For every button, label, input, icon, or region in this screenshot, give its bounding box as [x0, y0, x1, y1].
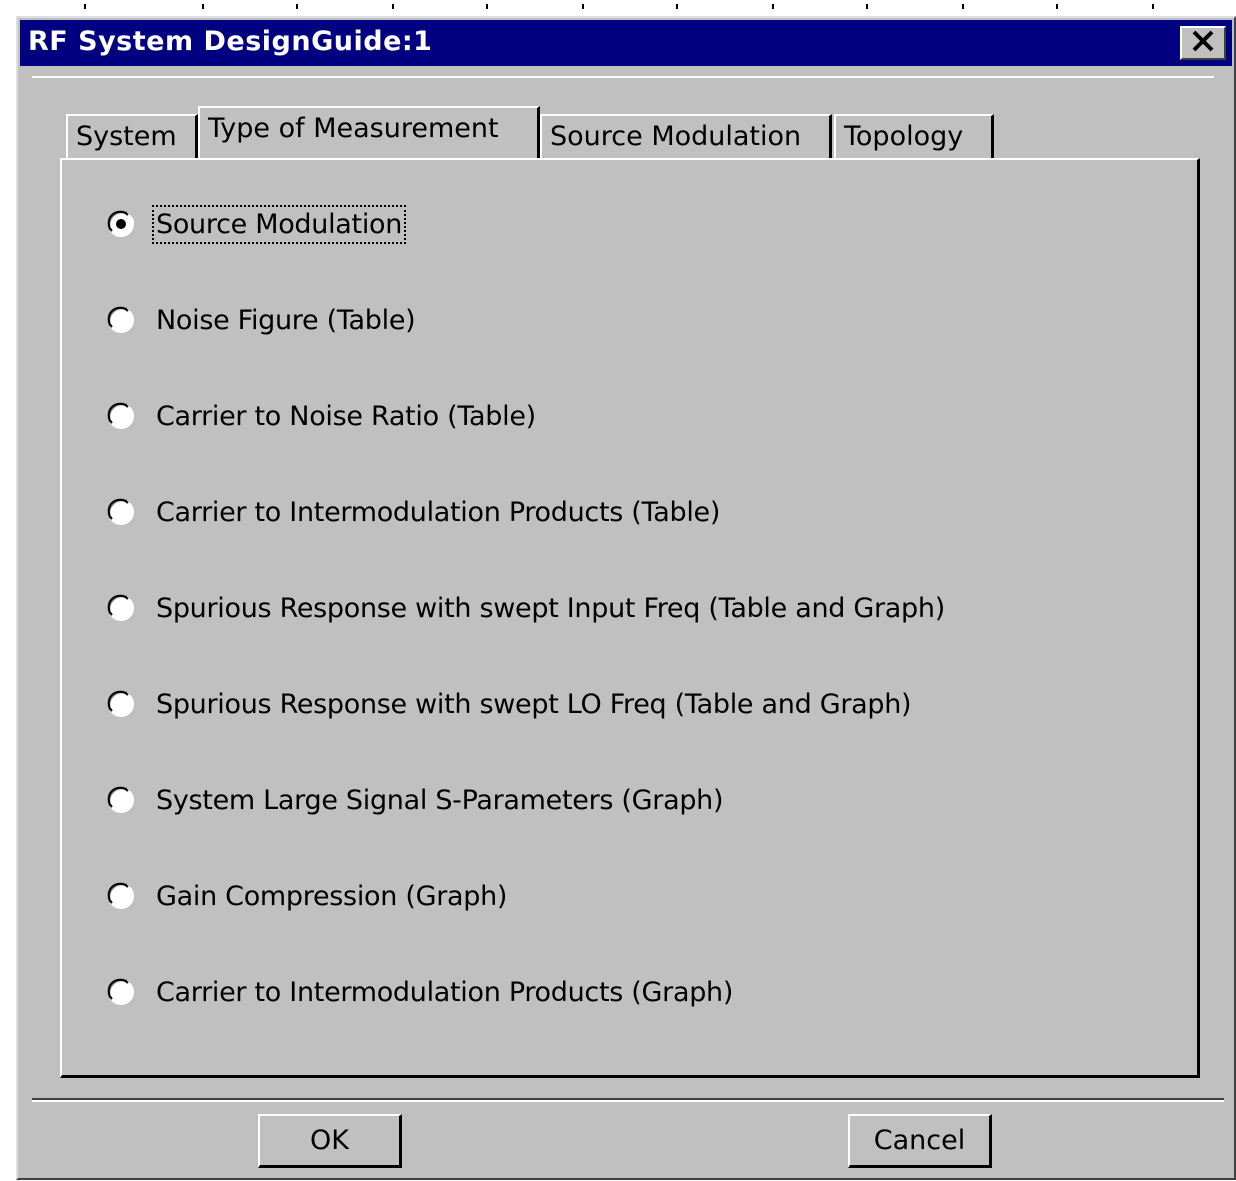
option-label: Carrier to Intermodulation Products (Gra… [156, 976, 734, 1008]
option-gain-compression[interactable]: Gain Compression (Graph) [106, 874, 509, 918]
title-divider [32, 76, 1214, 78]
close-button[interactable] [1180, 26, 1226, 60]
option-label: Source Modulation [151, 204, 407, 244]
tab-type-of-measurement[interactable]: Type of Measurement [198, 106, 540, 158]
tab-label: Source Modulation [550, 121, 802, 152]
option-label: Spurious Response with swept LO Freq (Ta… [156, 688, 912, 720]
option-spurious-lo-freq[interactable]: Spurious Response with swept LO Freq (Ta… [106, 682, 913, 726]
tab-source-modulation[interactable]: Source Modulation [540, 114, 832, 158]
ok-button[interactable]: OK [258, 1114, 402, 1168]
close-icon [1191, 30, 1215, 57]
radio-button[interactable] [106, 401, 136, 431]
radio-button[interactable] [106, 593, 136, 623]
option-source-modulation[interactable]: Source Modulation [106, 202, 407, 246]
radio-button[interactable] [106, 881, 136, 911]
option-spurious-input-freq[interactable]: Spurious Response with swept Input Freq … [106, 586, 947, 630]
tab-label: Topology [844, 121, 964, 152]
title-bar[interactable]: RF System DesignGuide:1 [20, 20, 1232, 66]
option-noise-figure-table[interactable]: Noise Figure (Table) [106, 298, 417, 342]
ruler-strip [0, 0, 1236, 14]
radio-button[interactable] [106, 497, 136, 527]
button-divider [32, 1098, 1224, 1102]
cancel-button[interactable]: Cancel [848, 1114, 992, 1168]
option-label: Carrier to Noise Ratio (Table) [156, 400, 536, 432]
radio-button[interactable] [106, 689, 136, 719]
radio-button[interactable] [106, 785, 136, 815]
option-large-signal-s-parameters[interactable]: System Large Signal S-Parameters (Graph) [106, 778, 725, 822]
radio-button[interactable] [106, 305, 136, 335]
tab-topology[interactable]: Topology [834, 114, 994, 158]
option-label: Carrier to Intermodulation Products (Tab… [156, 496, 721, 528]
option-carrier-to-noise-ratio-table[interactable]: Carrier to Noise Ratio (Table) [106, 394, 538, 438]
option-label: Gain Compression (Graph) [156, 880, 508, 912]
tab-system[interactable]: System [66, 114, 198, 158]
tab-label: Type of Measurement [208, 113, 499, 144]
option-label: Noise Figure (Table) [156, 304, 416, 336]
ok-button-label: OK [310, 1125, 349, 1156]
window-title: RF System DesignGuide:1 [28, 26, 433, 57]
option-label: Spurious Response with swept Input Freq … [156, 592, 945, 624]
cancel-button-label: Cancel [873, 1125, 966, 1156]
radio-button-selected[interactable] [106, 209, 136, 239]
option-carrier-to-intermod-graph[interactable]: Carrier to Intermodulation Products (Gra… [106, 970, 735, 1014]
radio-button[interactable] [106, 977, 136, 1007]
measurement-type-panel: Source Modulation Noise Figure (Table) C… [60, 158, 1200, 1078]
dialog-window: RF System DesignGuide:1 System Type of M… [16, 16, 1236, 1180]
option-label: System Large Signal S-Parameters (Graph) [156, 784, 724, 816]
option-carrier-to-intermod-table[interactable]: Carrier to Intermodulation Products (Tab… [106, 490, 722, 534]
tab-label: System [76, 121, 177, 152]
